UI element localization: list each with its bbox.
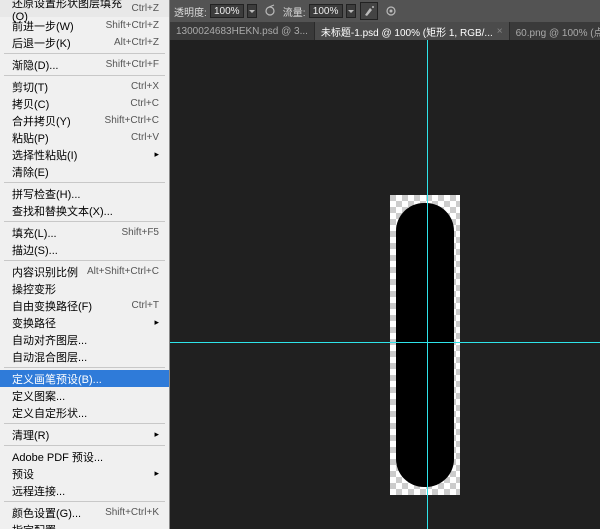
pressure-size-icon[interactable] xyxy=(382,2,400,20)
menu-separator xyxy=(4,182,165,183)
menu-item-label: Adobe PDF 预设... xyxy=(12,449,103,465)
airbrush-icon[interactable] xyxy=(360,2,378,20)
menu-item-shortcut: Ctrl+V xyxy=(131,132,159,143)
menu-item-label: 定义自定形状... xyxy=(12,405,87,421)
tab-doc-3[interactable]: 60.png @ 100% (点击这个，将 选区转... xyxy=(510,22,600,40)
menu-item[interactable]: 查找和替换文本(X)... xyxy=(0,202,169,219)
menu-separator xyxy=(4,260,165,261)
menu-separator xyxy=(4,221,165,222)
close-icon[interactable]: × xyxy=(497,26,503,37)
menu-item-label: 指定配置... xyxy=(12,522,65,529)
document[interactable] xyxy=(390,195,460,495)
menu-item-label: 预设 xyxy=(12,466,34,482)
menu-item-shortcut: Alt+Shift+Ctrl+C xyxy=(87,266,159,277)
menu-item[interactable]: 定义自定形状... xyxy=(0,404,169,421)
menu-item-label: 描边(S)... xyxy=(12,242,58,258)
menu-item-label: 填充(L)... xyxy=(12,225,57,241)
menu-item-shortcut: Shift+Ctrl+F xyxy=(106,59,159,70)
menu-separator xyxy=(4,445,165,446)
menu-item[interactable]: 操控变形 xyxy=(0,280,169,297)
menu-item[interactable]: 远程连接... xyxy=(0,482,169,499)
menu-item-label: 选择性粘贴(I) xyxy=(12,147,77,163)
menu-item-label: 定义画笔预设(B)... xyxy=(12,371,102,387)
menu-item-shortcut: Shift+Ctrl+K xyxy=(105,507,159,518)
menu-item[interactable]: Adobe PDF 预设... xyxy=(0,448,169,465)
menu-item[interactable]: 自由变换路径(F) Ctrl+T xyxy=(0,297,169,314)
menu-item-label: 变换路径 xyxy=(12,315,56,331)
menu-item-shortcut: Ctrl+Z xyxy=(132,3,160,14)
menu-item[interactable]: 剪切(T) Ctrl+X xyxy=(0,78,169,95)
menu-item[interactable]: 合并拷贝(Y) Shift+Ctrl+C xyxy=(0,112,169,129)
menu-item[interactable]: 颜色设置(G)... Shift+Ctrl+K xyxy=(0,504,169,521)
menu-separator xyxy=(4,75,165,76)
pressure-opacity-icon[interactable] xyxy=(261,2,279,20)
menu-item-label: 查找和替换文本(X)... xyxy=(12,203,113,219)
menu-item-shortcut: Shift+F5 xyxy=(121,227,159,238)
canvas-area[interactable] xyxy=(170,40,600,529)
flow-label: 流量: xyxy=(283,4,306,19)
menu-item[interactable]: 后退一步(K) Alt+Ctrl+Z xyxy=(0,34,169,51)
menu-item-label: 清除(E) xyxy=(12,164,49,180)
menu-item-shortcut: Shift+Ctrl+C xyxy=(105,115,159,126)
menu-item-label: 自由变换路径(F) xyxy=(12,298,92,314)
menu-item-label: 自动混合图层... xyxy=(12,349,87,365)
menu-item-label: 后退一步(K) xyxy=(12,35,71,51)
menu-item[interactable]: 自动对齐图层... xyxy=(0,331,169,348)
menu-item[interactable]: 指定配置... xyxy=(0,521,169,529)
opacity-label: 透明度: xyxy=(174,4,207,19)
menu-item[interactable]: 变换路径 xyxy=(0,314,169,331)
menu-item-label: 自动对齐图层... xyxy=(12,332,87,348)
document-tabs: 1300024683HEKN.psd @ 3... 未标题-1.psd @ 10… xyxy=(170,22,600,40)
menu-item[interactable]: 描边(S)... xyxy=(0,241,169,258)
menu-item-shortcut: Ctrl+X xyxy=(131,81,159,92)
menu-item-label: 拷贝(C) xyxy=(12,96,49,112)
menu-separator xyxy=(4,53,165,54)
flow-dropdown[interactable] xyxy=(346,4,356,18)
guide-vertical[interactable] xyxy=(427,40,428,529)
menu-item-label: 渐隐(D)... xyxy=(12,57,58,73)
menu-item-label: 拼写检查(H)... xyxy=(12,186,80,202)
menu-item[interactable]: 预设 xyxy=(0,465,169,482)
menu-separator xyxy=(4,367,165,368)
menu-item-label: 操控变形 xyxy=(12,281,56,297)
menu-item[interactable]: 定义画笔预设(B)... xyxy=(0,370,169,387)
menu-item[interactable]: 拷贝(C) Ctrl+C xyxy=(0,95,169,112)
menu-item-label: 合并拷贝(Y) xyxy=(12,113,71,129)
menu-item-label: 前进一步(W) xyxy=(12,18,74,34)
menu-item-label: 远程连接... xyxy=(12,483,65,499)
menu-item[interactable]: 渐隐(D)... Shift+Ctrl+F xyxy=(0,56,169,73)
menu-item[interactable]: 内容识别比例 Alt+Shift+Ctrl+C xyxy=(0,263,169,280)
menu-item-label: 定义图案... xyxy=(12,388,65,404)
menu-separator xyxy=(4,501,165,502)
shape-rectangle-rounded[interactable] xyxy=(396,203,454,487)
menu-item[interactable]: 填充(L)... Shift+F5 xyxy=(0,224,169,241)
guide-horizontal[interactable] xyxy=(170,342,600,343)
menu-item-label: 颜色设置(G)... xyxy=(12,505,81,521)
menu-item[interactable]: 选择性粘贴(I) xyxy=(0,146,169,163)
menu-item[interactable]: 定义图案... xyxy=(0,387,169,404)
opacity-dropdown[interactable] xyxy=(247,4,257,18)
tab-doc-1[interactable]: 1300024683HEKN.psd @ 3... xyxy=(170,22,315,40)
menu-item-shortcut: Shift+Ctrl+Z xyxy=(106,20,159,31)
menu-separator xyxy=(4,423,165,424)
menu-item[interactable]: 还原设置形状图层填充(O)Ctrl+Z xyxy=(0,0,169,17)
options-bar: 透明度: 流量: xyxy=(170,0,600,22)
menu-item-label: 粘贴(P) xyxy=(12,130,49,146)
menu-item[interactable]: 清除(E) xyxy=(0,163,169,180)
menu-item[interactable]: 清理(R) xyxy=(0,426,169,443)
menu-item[interactable]: 粘贴(P) Ctrl+V xyxy=(0,129,169,146)
opacity-input[interactable] xyxy=(210,4,244,18)
menu-item-label: 内容识别比例 xyxy=(12,264,78,280)
menu-item-label: 剪切(T) xyxy=(12,79,48,95)
flow-input[interactable] xyxy=(309,4,343,18)
menu-item-shortcut: Ctrl+C xyxy=(130,98,159,109)
tab-doc-2[interactable]: 未标题-1.psd @ 100% (矩形 1, RGB/...× xyxy=(315,22,510,40)
menu-item-shortcut: Alt+Ctrl+Z xyxy=(114,37,159,48)
menu-item-shortcut: Ctrl+T xyxy=(132,300,160,311)
menu-item[interactable]: 自动混合图层... xyxy=(0,348,169,365)
edit-menu: 还原设置形状图层填充(O)Ctrl+Z前进一步(W) Shift+Ctrl+Z 后退… xyxy=(0,0,170,529)
menu-item[interactable]: 拼写检查(H)... xyxy=(0,185,169,202)
menu-item-label: 清理(R) xyxy=(12,427,49,443)
